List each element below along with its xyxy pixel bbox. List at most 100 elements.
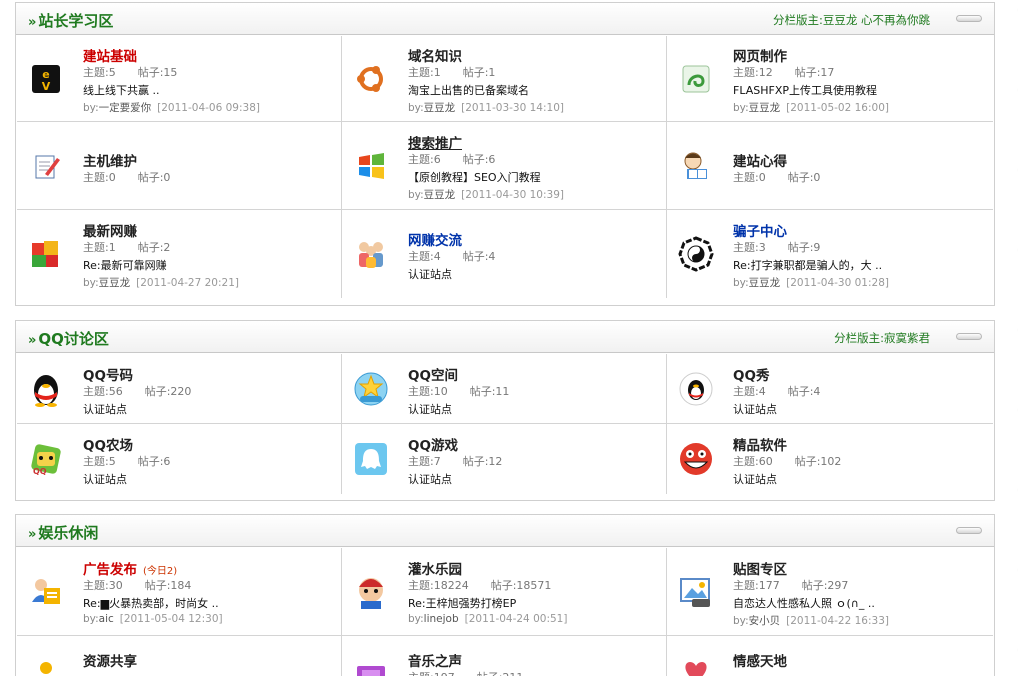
photo-album-icon[interactable] xyxy=(677,573,715,611)
people-group-icon[interactable] xyxy=(352,235,390,273)
section-title[interactable]: » 站长学习区 xyxy=(28,10,113,31)
forum-name-link[interactable]: 网页制作 xyxy=(733,45,787,65)
forum-name[interactable]: QQ游戏 xyxy=(408,438,458,454)
last-post-author[interactable]: 豆豆龙 xyxy=(99,277,131,289)
forum-name-link[interactable]: 域名知识 xyxy=(408,45,462,65)
forum-name-link[interactable]: QQ空间 xyxy=(408,364,458,384)
last-post-author[interactable]: aic xyxy=(99,613,114,625)
forum-name-link[interactable]: 主机维护 xyxy=(83,150,137,170)
forum-name[interactable]: 网页制作 xyxy=(733,49,787,65)
forum-name-link[interactable]: 搜索推广 xyxy=(408,132,462,152)
last-post-author[interactable]: 豆豆龙 xyxy=(749,102,781,114)
forum-name[interactable]: 建站基础 xyxy=(83,49,137,65)
last-post-link[interactable]: 认证站点 xyxy=(733,401,777,417)
forum-name-link[interactable]: 贴图专区 xyxy=(733,558,787,578)
forum-name-link[interactable]: 灌水乐园 xyxy=(408,558,462,578)
forum-name-link[interactable]: 最新网赚 xyxy=(83,220,137,240)
forum-name[interactable]: 灌水乐园 xyxy=(408,562,462,578)
forum-name[interactable]: QQ农场 xyxy=(83,438,133,454)
windows-logo-icon[interactable] xyxy=(352,147,390,185)
forum-name-link[interactable]: 情感天地 xyxy=(733,650,787,670)
forum-name-link[interactable]: 音乐之声 xyxy=(408,650,462,670)
topic-count: 主题:197 xyxy=(408,671,455,676)
qzone-icon[interactable] xyxy=(352,370,390,408)
forum-name-link[interactable]: 资源共享 xyxy=(83,650,137,670)
reading-kid-icon[interactable] xyxy=(677,147,715,185)
pencil-doc-icon[interactable] xyxy=(27,147,65,185)
ad-people-icon[interactable] xyxy=(27,573,65,611)
forum-name-link[interactable]: QQ游戏 xyxy=(408,434,458,454)
bagua-icon[interactable] xyxy=(677,235,715,273)
colorful-blocks-icon[interactable] xyxy=(27,235,65,273)
section-title[interactable]: » 娱乐休闲 xyxy=(28,522,98,543)
by-label: by: xyxy=(408,613,424,625)
ev-logo-icon[interactable]: eV xyxy=(27,60,65,98)
forum-name[interactable]: 最新网赚 xyxy=(83,224,137,240)
web-design-icon[interactable] xyxy=(677,60,715,98)
forum-name-link[interactable]: 建站心得 xyxy=(733,150,787,170)
last-post-author[interactable]: 豆豆龙 xyxy=(424,102,456,114)
last-post-link[interactable]: Re:打字兼职都是骗人的，大 .. xyxy=(733,257,882,273)
forum-name-link[interactable]: 建站基础 xyxy=(83,45,137,65)
last-post-link[interactable]: Re:王梓旭强势打榜EP xyxy=(408,595,516,611)
funny-face-icon[interactable] xyxy=(677,440,715,478)
last-post-link[interactable]: 认证站点 xyxy=(408,401,452,417)
music-icon[interactable] xyxy=(352,647,390,676)
forum-name[interactable]: 精品软件 xyxy=(733,438,787,454)
last-post-author[interactable]: 一定要爱你 xyxy=(99,102,152,114)
last-post-link[interactable]: FLASHFXP上传工具使用教程 xyxy=(733,82,877,98)
last-post-link[interactable]: Re:▆火暴热卖部，时尚女 .. xyxy=(83,595,219,611)
post-count: 帖子:17 xyxy=(794,66,835,79)
forum-name-link[interactable]: 精品软件 xyxy=(733,434,787,454)
last-post-link[interactable]: 认证站点 xyxy=(408,471,452,487)
forum-name[interactable]: 主机维护 xyxy=(83,154,137,170)
forum-cell: 主机维护 主题:0 帖子:0 xyxy=(17,122,342,210)
qq-game-icon[interactable] xyxy=(352,440,390,478)
forum-name[interactable]: 网赚交流 xyxy=(408,233,462,249)
last-post-author[interactable]: 豆豆龙 xyxy=(424,189,456,201)
collapse-toggle[interactable] xyxy=(956,527,982,534)
forum-name[interactable]: QQ秀 xyxy=(733,368,769,384)
last-post-link[interactable]: 淘宝上出售的已备案域名 xyxy=(408,82,529,98)
forum-name-link[interactable]: QQ号码 xyxy=(83,364,133,384)
section-title[interactable]: » QQ讨论区 xyxy=(28,328,109,349)
forum-name-link[interactable]: QQ农场 xyxy=(83,434,133,454)
forum-name-link[interactable]: 网赚交流 xyxy=(408,229,462,249)
forum-name[interactable]: 贴图专区 xyxy=(733,562,787,578)
last-post-link[interactable]: 认证站点 xyxy=(733,471,777,487)
forum-name[interactable]: 搜索推广 xyxy=(408,136,462,152)
forum-name[interactable]: 音乐之声 xyxy=(408,654,462,670)
last-post-link[interactable]: 认证站点 xyxy=(83,401,127,417)
cartoon-soldier-icon[interactable] xyxy=(352,573,390,611)
forum-name[interactable]: 建站心得 xyxy=(733,154,787,170)
collapse-toggle[interactable] xyxy=(956,15,982,22)
forum-name-link[interactable]: 广告发布 (今日2) xyxy=(83,558,177,578)
last-post-link[interactable]: 自恋达人性感私人照 ｏ(∩_ .. xyxy=(733,595,875,611)
forum-name[interactable]: 骗子中心 xyxy=(733,224,787,240)
section-moderators[interactable]: 分栏版主:豆豆龙 心不再為你跳 xyxy=(773,12,930,28)
qq-show-icon[interactable] xyxy=(677,370,715,408)
last-post-author[interactable]: linejob xyxy=(424,613,459,625)
ubuntu-logo-icon[interactable] xyxy=(352,60,390,98)
qq-penguin-icon[interactable] xyxy=(27,370,65,408)
forum-name[interactable]: 域名知识 xyxy=(408,49,462,65)
forum-name[interactable]: 情感天地 xyxy=(733,654,787,670)
last-post-author[interactable]: 安小贝 xyxy=(749,615,781,627)
resource-icon[interactable] xyxy=(27,647,65,676)
forum-name-link[interactable]: 骗子中心 xyxy=(733,220,787,240)
last-post-link[interactable]: 【原创教程】SEO入门教程 xyxy=(408,169,541,185)
section-moderators[interactable]: 分栏版主:寂寞紫君 xyxy=(834,330,930,346)
last-post-link[interactable]: 认证站点 xyxy=(83,471,127,487)
forum-name-link[interactable]: QQ秀 xyxy=(733,364,769,384)
forum-name[interactable]: 资源共享 xyxy=(83,654,137,670)
forum-name[interactable]: QQ空间 xyxy=(408,368,458,384)
qq-farm-icon[interactable]: QQ xyxy=(27,440,65,478)
last-post-author[interactable]: 豆豆龙 xyxy=(749,277,781,289)
heart-icon[interactable] xyxy=(677,647,715,676)
collapse-toggle[interactable] xyxy=(956,333,982,340)
forum-name[interactable]: 广告发布 xyxy=(83,562,137,578)
forum-name[interactable]: QQ号码 xyxy=(83,368,133,384)
last-post-link[interactable]: 线上线下共赢 .. xyxy=(83,82,160,98)
last-post-link[interactable]: 认证站点 xyxy=(408,266,452,282)
last-post-link[interactable]: Re:最新可靠网赚 xyxy=(83,257,167,273)
